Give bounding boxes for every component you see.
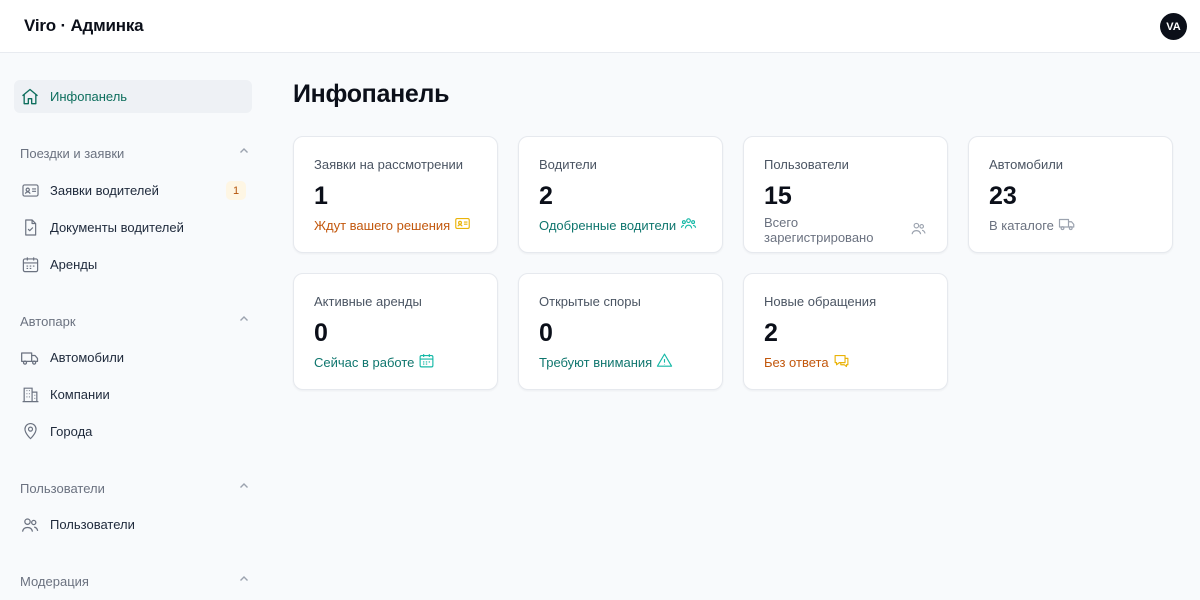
card-subtext: Одобренные водители xyxy=(539,215,702,235)
warning-icon xyxy=(652,352,673,372)
calendar-icon xyxy=(20,255,40,275)
card-subtext-label: Требуют внимания xyxy=(539,354,653,370)
card-subtext-label: В каталоге xyxy=(989,218,1054,233)
id-card-icon xyxy=(20,181,40,201)
users-icon xyxy=(20,515,40,535)
section-title: Модерация xyxy=(20,573,89,589)
users-icon xyxy=(906,220,927,240)
sidebar-item-dashboard[interactable]: Инфопанель xyxy=(14,80,252,113)
sidebar-item-label: Компании xyxy=(50,387,110,402)
card-value: 15 xyxy=(764,182,792,210)
card-subtext-label: Без ответа xyxy=(764,354,829,370)
count-badge: 1 xyxy=(226,181,246,200)
sidebar-item-label: Документы водителей xyxy=(50,220,184,235)
calendar-icon xyxy=(414,352,435,372)
card-value: 1 xyxy=(314,182,328,210)
card-subtext-label: Всего зарегистрировано xyxy=(764,215,874,245)
section-fleet[interactable]: Автопарк xyxy=(20,311,250,331)
page-title: Инфопанель xyxy=(293,80,450,108)
card-subtext-label: Ждут вашего решения xyxy=(314,217,451,233)
chat-icon xyxy=(829,352,850,372)
id-card-icon xyxy=(450,215,471,235)
sidebar-item-companies[interactable]: Компании xyxy=(14,378,252,411)
sidebar-item-cars[interactable]: Автомобили xyxy=(14,341,252,374)
section-moderation[interactable]: Модерация xyxy=(20,571,250,591)
card-label: Водители xyxy=(539,157,597,172)
card-subtext: Без ответа xyxy=(764,352,927,372)
stat-card-pending-requests[interactable]: Заявки на рассмотрении 1 Ждут вашего реш… xyxy=(293,136,498,253)
stat-card-drivers[interactable]: Водители 2 Одобренные водители xyxy=(518,136,723,253)
stat-card-new-tickets[interactable]: Новые обращения 2 Без ответа xyxy=(743,273,948,390)
chevron-up-icon xyxy=(238,312,250,330)
chevron-up-icon xyxy=(238,572,250,590)
sidebar-item-rentals[interactable]: Аренды xyxy=(14,248,252,281)
card-label: Автомобили xyxy=(989,157,1064,172)
stat-card-users[interactable]: Пользователи 15 Всего зарегистрировано xyxy=(743,136,948,253)
card-value: 0 xyxy=(539,319,553,347)
card-subtext-label: Сейчас в работе xyxy=(314,354,415,370)
top-header: Viro · Админка VA xyxy=(0,0,1200,53)
map-pin-icon xyxy=(20,422,40,442)
sidebar-item-label: Заявки водителей xyxy=(50,183,159,198)
card-label: Заявки на рассмотрении xyxy=(314,157,464,172)
chevron-up-icon xyxy=(238,144,250,162)
card-value: 2 xyxy=(539,182,553,210)
truck-icon xyxy=(1054,215,1076,236)
sidebar-item-label: Пользователи xyxy=(50,517,135,532)
stat-card-active-rentals[interactable]: Активные аренды 0 Сейчас в работе xyxy=(293,273,498,390)
card-subtext: Сейчас в работе xyxy=(314,352,477,372)
card-label: Открытые споры xyxy=(539,294,641,309)
section-trips-requests[interactable]: Поездки и заявки xyxy=(20,143,250,163)
card-label: Пользователи xyxy=(764,157,849,172)
card-value: 2 xyxy=(764,319,778,347)
card-subtext: В каталоге xyxy=(989,215,1152,236)
stat-card-cars[interactable]: Автомобили 23 В каталоге xyxy=(968,136,1173,253)
sidebar-item-label: Аренды xyxy=(50,257,98,272)
section-title: Пользователи xyxy=(20,480,105,496)
sidebar-item-driver-requests[interactable]: Заявки водителей 1 xyxy=(14,174,252,207)
sidebar-item-label: Города xyxy=(50,424,93,439)
chevron-up-icon xyxy=(238,479,250,497)
card-subtext: Ждут вашего решения xyxy=(314,215,477,235)
sidebar-item-label: Инфопанель xyxy=(50,89,128,104)
sidebar: Инфопанель Поездки и заявки Заявки водит… xyxy=(0,53,268,600)
building-icon xyxy=(20,385,40,405)
home-icon xyxy=(20,87,40,107)
card-subtext: Всего зарегистрировано xyxy=(764,215,927,245)
card-value: 0 xyxy=(314,319,328,347)
card-subtext: Требуют внимания xyxy=(539,352,702,372)
document-check-icon xyxy=(20,218,40,238)
sidebar-item-cities[interactable]: Города xyxy=(14,415,252,448)
card-subtext-label: Одобренные водители xyxy=(539,217,677,233)
section-title: Поездки и заявки xyxy=(20,145,125,161)
sidebar-item-users[interactable]: Пользователи xyxy=(14,508,252,541)
card-label: Новые обращения xyxy=(764,294,877,309)
users-group-icon xyxy=(676,215,697,235)
truck-icon xyxy=(20,348,40,368)
sidebar-item-driver-documents[interactable]: Документы водителей xyxy=(14,211,252,244)
sidebar-item-label: Автомобили xyxy=(50,350,125,365)
user-avatar[interactable]: VA xyxy=(1160,13,1187,40)
card-label: Активные аренды xyxy=(314,294,422,309)
app-logo[interactable]: Viro · Админка xyxy=(24,16,144,36)
stat-card-open-disputes[interactable]: Открытые споры 0 Требуют внимания xyxy=(518,273,723,390)
card-value: 23 xyxy=(989,182,1017,210)
section-title: Автопарк xyxy=(20,313,76,329)
section-users[interactable]: Пользователи xyxy=(20,478,250,498)
